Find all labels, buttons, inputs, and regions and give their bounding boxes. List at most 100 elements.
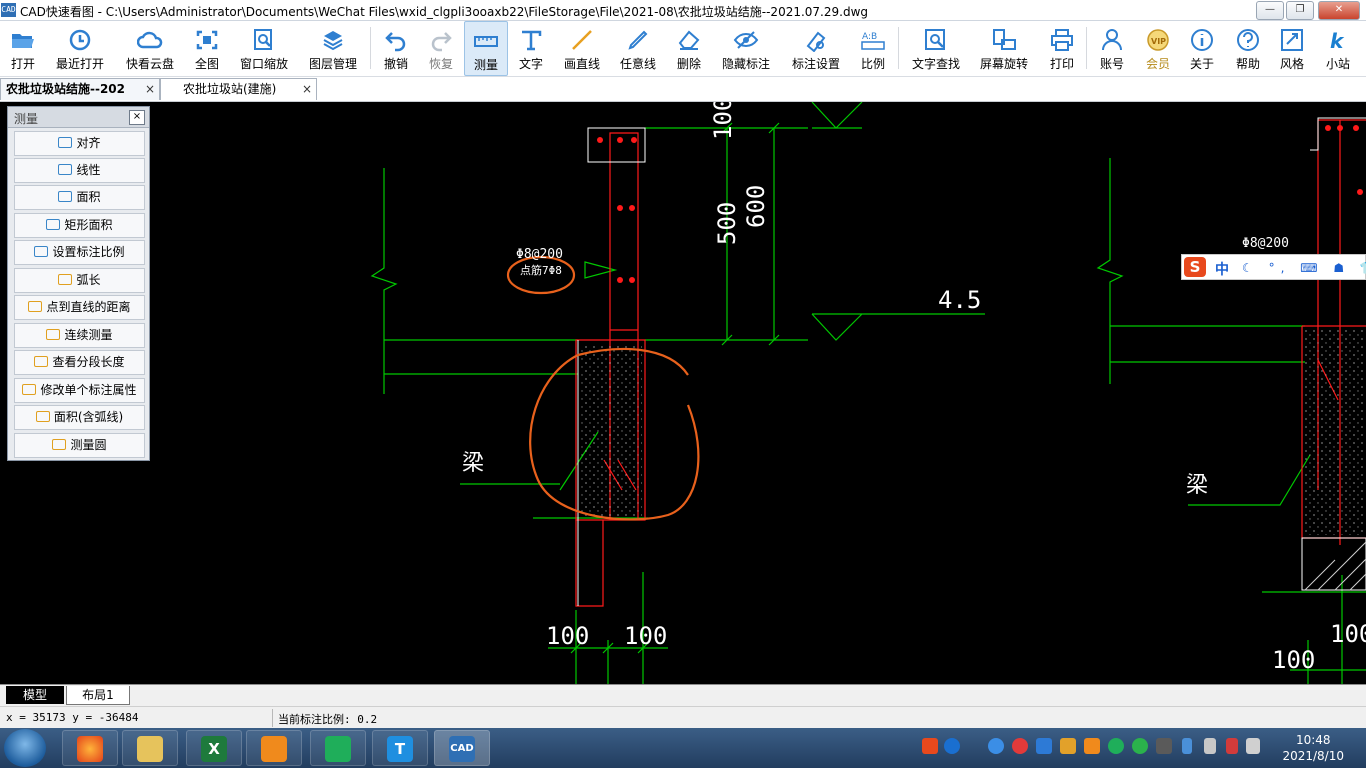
text-search-button[interactable]: 文字查找 [906,21,966,76]
freehand-line-button[interactable]: 任意线 [614,21,662,76]
start-button[interactable] [4,729,46,767]
measure-area-arc-button[interactable]: 面积(含弧线) [14,405,145,430]
scale-ab-icon [34,246,49,257]
device-icon[interactable] [1204,738,1216,754]
edit-dimension-property-button[interactable]: 修改单个标注属性 [14,378,145,403]
measure-button[interactable]: 测量 [464,21,508,76]
measure-linear-button[interactable]: 线性 [14,158,145,183]
help-icon [1237,29,1259,51]
shield-icon [261,736,287,762]
tab-close-icon[interactable]: × [302,79,312,100]
user-icon [1102,29,1122,51]
help-tray-icon[interactable] [944,738,960,754]
measure-panel-close-button[interactable]: × [129,110,145,125]
point-line-icon [28,301,43,312]
taskbar-firefox[interactable] [62,730,118,766]
tab-architectural-drawing[interactable]: 农批垃圾站(建施) × [160,78,317,100]
tab-layout1[interactable]: 布局1 [66,686,130,705]
drawing-canvas[interactable]: 100 500 600 4.5 Φ8@200 点筋7Φ8 梁 梁 100 100… [0,102,1366,684]
dimension-settings-button[interactable]: 标注设置 [786,21,846,76]
vip-button[interactable]: VIP 会员 [1140,21,1176,76]
layer-manager-button[interactable]: 图层管理 [304,21,362,76]
measure-area-button[interactable]: 面积 [14,185,145,210]
ime-mode-toggle[interactable]: 中 [1215,259,1229,279]
area-icon [58,191,73,202]
linear-icon [58,164,73,175]
measure-rect-area-button[interactable]: 矩形面积 [14,213,145,238]
hatch-lines [1304,541,1366,591]
delete-button[interactable]: 删除 [670,21,708,76]
taskbar-security[interactable] [246,730,302,766]
tab-close-icon[interactable]: × [145,79,155,100]
network-icon[interactable] [1246,738,1260,754]
cloud-drive-button[interactable]: 快看云盘 [120,21,180,76]
full-view-button[interactable]: 全图 [188,21,226,76]
k-station-button[interactable]: k 小站 [1320,21,1356,76]
red-lines [575,119,1366,607]
volume-muted-icon[interactable] [1226,738,1238,754]
taskbar-file-explorer[interactable] [122,730,178,766]
redo-button[interactable]: 恢复 [422,21,460,76]
dim-text-100-top: 100 [709,102,737,140]
bluetooth-icon[interactable] [1182,738,1192,754]
help-button[interactable]: 帮助 [1230,21,1266,76]
ime-toolbar[interactable]: S 中 ☾ °, ⌨ ☗ 👕 🔧 [1181,254,1366,280]
text-button[interactable]: 文字 [512,21,550,76]
wechat-tray-icon[interactable] [1132,738,1148,754]
measure-point-to-line-button[interactable]: 点到直线的距离 [14,295,145,320]
ime-tool-icons[interactable]: ☾ °, ⌨ ☗ 👕 🔧 [1242,261,1366,275]
concrete-hatch [580,330,1365,535]
taskbar-recycle[interactable] [310,730,366,766]
print-button[interactable]: 打印 [1044,21,1080,76]
security-tray-icon[interactable] [1156,738,1172,754]
measure-arc-length-button[interactable]: 弧长 [14,268,145,293]
window-zoom-button[interactable]: 窗口缩放 [234,21,294,76]
folder-tray-icon[interactable] [1060,738,1076,754]
sogou-tray-icon[interactable] [922,738,938,754]
refresh-tray-icon[interactable] [1108,738,1124,754]
tab-structural-drawing[interactable]: 农批垃圾站结施--202 × [0,78,160,100]
toolbar-divider [898,27,899,69]
style-icon [1281,29,1303,51]
taskbar-cad-viewer[interactable]: CAD [434,730,490,766]
chrome-tray-icon[interactable] [988,738,1004,754]
draw-line-button[interactable]: 画直线 [558,21,606,76]
scale-button[interactable]: A:B 比例 [854,21,892,76]
set-dimension-scale-button[interactable]: 设置标注比例 [14,240,145,265]
cad-drawing: 100 500 600 4.5 Φ8@200 点筋7Φ8 梁 梁 100 100… [370,102,1366,684]
view-segment-length-button[interactable]: 查看分段长度 [14,350,145,375]
dim-text-500: 500 [713,202,741,245]
windows-taskbar: X T CAD 10:48 2021/8/10 [0,728,1366,768]
status-divider [272,709,273,727]
line-icon [572,30,592,50]
system-clock[interactable]: 10:48 2021/8/10 [1282,732,1344,764]
window-zoom-icon [254,29,272,50]
text-search-icon [925,29,945,50]
undo-button[interactable]: 撤销 [378,21,414,76]
measure-circle-button[interactable]: 测量圆 [14,433,145,458]
shield-tray-icon[interactable] [1084,738,1100,754]
minimize-button[interactable]: — [1256,1,1284,20]
printer-icon [1051,29,1073,51]
measure-aligned-button[interactable]: 对齐 [14,131,145,156]
about-button[interactable]: 关于 [1184,21,1220,76]
taskbar-excel[interactable]: X [186,730,242,766]
freehand-icon [628,30,648,50]
mail-tray-icon[interactable] [1036,738,1052,754]
rebar-note-text: 点筋7Φ8 [520,263,562,277]
right-dim-text-a: 100 [1330,620,1366,648]
scale-icon: A:B [861,32,885,50]
account-button[interactable]: 账号 [1094,21,1130,76]
style-button[interactable]: 风格 [1274,21,1310,76]
taskbar-tencent[interactable]: T [372,730,428,766]
maximize-button[interactable]: ❐ [1286,1,1314,20]
tab-model[interactable]: 模型 [6,686,64,704]
close-button[interactable]: ✕ [1318,1,1360,20]
rotate-screen-button[interactable]: 屏幕旋转 [974,21,1034,76]
open-button[interactable]: 打开 [0,21,46,76]
hide-dimension-button[interactable]: 隐藏标注 [716,21,776,76]
dim-text-bottom-right: 100 [624,622,667,650]
recent-open-button[interactable]: 最近打开 [50,21,110,76]
continuous-measure-button[interactable]: 连续测量 [14,323,145,348]
weibo-tray-icon[interactable] [1012,738,1028,754]
